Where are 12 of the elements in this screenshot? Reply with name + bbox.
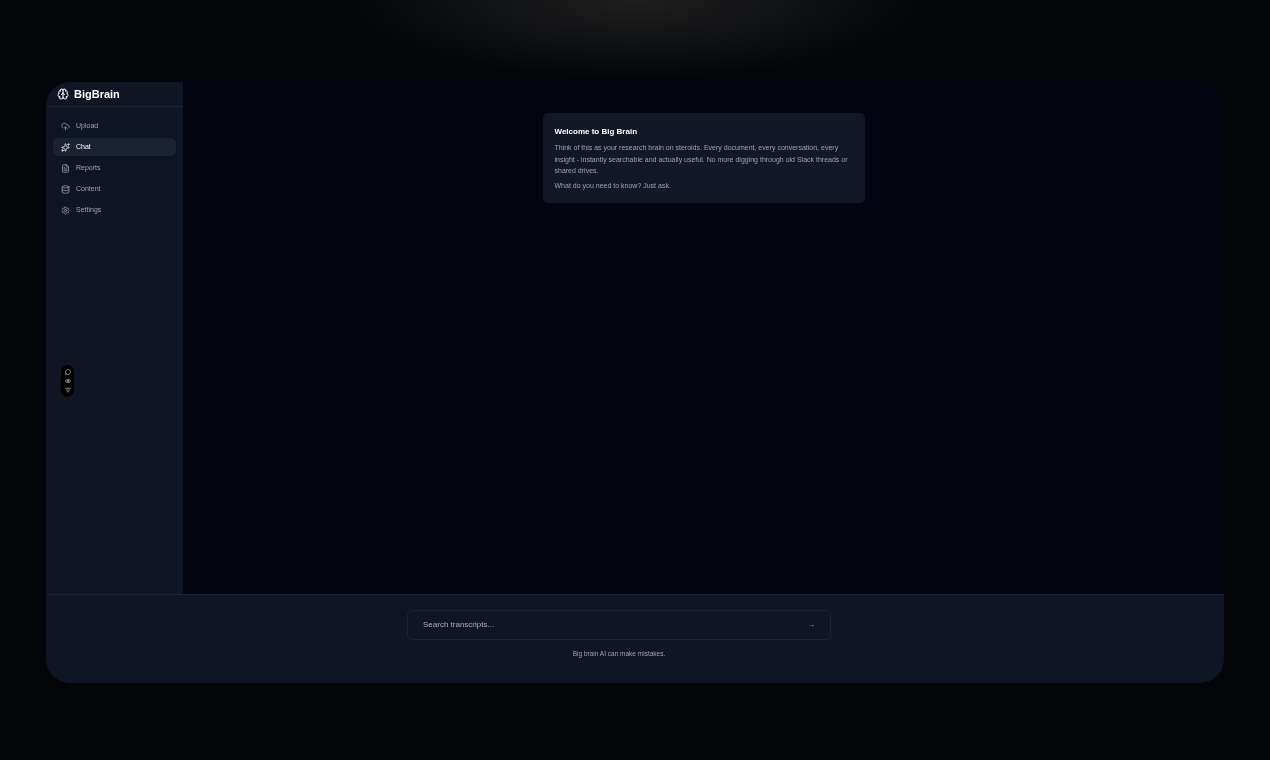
document-icon [61,163,70,173]
database-icon [61,184,70,194]
brain-logo-icon [57,88,69,100]
sparkles-icon [61,142,70,152]
cloud-upload-icon [61,121,70,131]
settings-icon [61,205,70,215]
welcome-title: Welcome to Big Brain [554,126,639,138]
search-field[interactable]: Search transcripts... → [407,610,831,640]
send-button[interactable]: → [807,619,815,631]
app-logo: BigBrain [74,86,120,102]
comment-icon[interactable] [64,369,71,375]
eye-icon[interactable] [64,378,71,384]
